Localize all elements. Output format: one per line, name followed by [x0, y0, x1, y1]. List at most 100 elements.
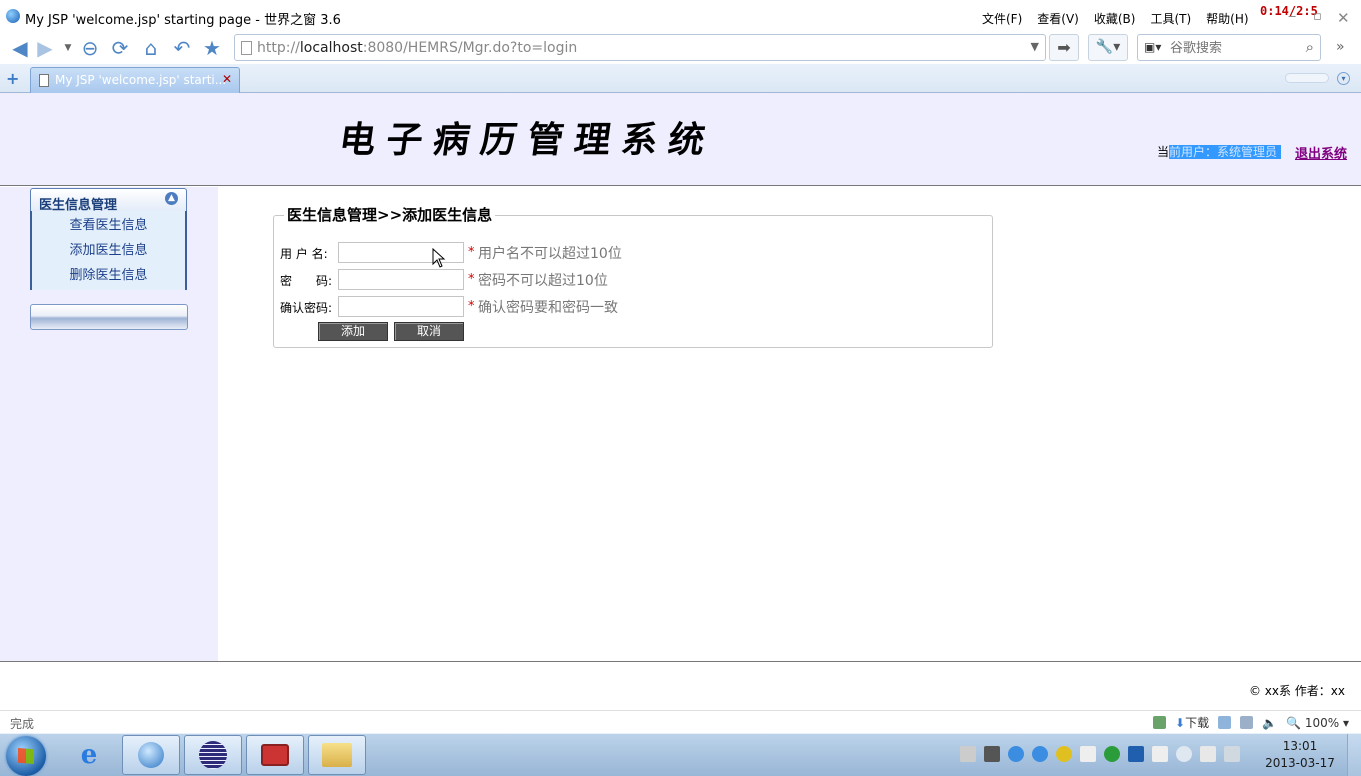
more-toolbar-icon[interactable]: »	[1336, 39, 1345, 55]
confirm-password-hint: 确认密码要和密码一致	[478, 300, 618, 316]
tab-menu-icon[interactable]: ▾	[1337, 72, 1350, 85]
tray-app-icon[interactable]	[1032, 746, 1048, 762]
forward-icon[interactable]: ▶	[33, 36, 57, 60]
copyright-text: © xx系 作者：xx	[1248, 684, 1345, 698]
status-text: 完成	[10, 717, 35, 731]
close-window-icon[interactable]: ✕	[1337, 9, 1350, 27]
keyboard-icon[interactable]	[960, 746, 976, 762]
sidebar-item-add-doctor[interactable]: 添加医生信息	[32, 238, 185, 263]
page-icon	[39, 74, 49, 87]
menu-help[interactable]: 帮助(H)	[1206, 10, 1248, 27]
undo-close-icon[interactable]: ↶	[170, 36, 194, 60]
download-button[interactable]: ⬇下载	[1175, 714, 1209, 731]
minimize-icon[interactable]: ‒	[1288, 9, 1296, 24]
taskbar-theworld-browser[interactable]	[122, 735, 180, 775]
clock[interactable]: 13:01 2013-03-17	[1262, 738, 1338, 772]
close-tab-icon[interactable]: ✕	[222, 72, 232, 86]
tab-label: My JSP 'welcome.jsp' starti...	[55, 73, 227, 87]
toolbox-icon	[261, 744, 289, 766]
zoom-control[interactable]: 🔍 100% ▾	[1286, 716, 1349, 730]
back-icon[interactable]: ◀	[8, 36, 32, 60]
page-info-icon[interactable]	[1153, 716, 1167, 729]
window-title: My JSP 'welcome.jsp' starting page - 世界之…	[25, 13, 341, 28]
address-dropdown-icon[interactable]: ▼	[1031, 40, 1039, 53]
search-engine-icon[interactable]: ▣▾	[1144, 40, 1161, 54]
download-icon: ⬇	[1175, 716, 1186, 730]
windows-taskbar: e 13:01 2013-03-17	[0, 733, 1361, 776]
menu-bar: 文件(F) 查看(V) 收藏(B) 工具(T) 帮助(H)	[982, 10, 1264, 27]
go-arrow-icon: ➡	[1057, 38, 1071, 57]
url-text[interactable]: http://localhost:8080/HEMRS/Mgr.do?to=lo…	[257, 40, 577, 56]
sidebar-item-delete-doctor[interactable]: 删除医生信息	[32, 263, 185, 288]
menu-file[interactable]: 文件(F)	[982, 10, 1022, 27]
system-title: 电子病历管理系统	[336, 119, 719, 161]
menu-header[interactable]: 医生信息管理 ▲	[30, 188, 187, 213]
taskbar-eclipse[interactable]	[184, 735, 242, 775]
menu-items: 查看医生信息 添加医生信息 删除医生信息	[30, 211, 187, 290]
ie-icon: e	[80, 740, 98, 770]
favorites-star-icon[interactable]: ★	[200, 36, 224, 60]
current-user: 当前用户：系统管理员	[1157, 143, 1282, 160]
logout-link[interactable]: 退出系统	[1295, 143, 1347, 162]
print-icon[interactable]	[1240, 716, 1254, 729]
history-dropdown-icon[interactable]: ▼	[56, 36, 80, 60]
start-button[interactable]	[6, 736, 46, 776]
shield-icon[interactable]	[1128, 746, 1144, 762]
collapse-icon[interactable]: ▲	[165, 192, 178, 205]
search-input[interactable]	[1170, 39, 1290, 57]
folder-icon	[322, 743, 352, 767]
confirm-password-label: 确认密码:	[280, 301, 333, 315]
password-input[interactable]	[338, 269, 464, 290]
menu-view[interactable]: 查看(V)	[1037, 10, 1079, 27]
new-tab-icon[interactable]: +	[6, 69, 19, 88]
menu-title: 医生信息管理	[39, 198, 118, 213]
taskbar-explorer[interactable]	[308, 735, 366, 775]
stop-icon[interactable]: ⊖	[78, 36, 102, 60]
browser-toolbar: ◀ ▶ ▼ ⊖ ⟳ ⌂ ↶ ★ http://localhost:8080/HE…	[0, 34, 1361, 64]
cancel-button[interactable]: 取消	[394, 322, 464, 341]
password-label: 密 码:	[280, 274, 333, 288]
network-icon[interactable]	[984, 746, 1000, 762]
menu-footer-decoration	[30, 304, 188, 330]
home-icon[interactable]: ⌂	[139, 36, 163, 60]
username-hint: 用户名不可以超过10位	[478, 246, 622, 262]
tools-button[interactable]: 🔧▾	[1088, 34, 1128, 61]
add-doctor-form: 医生信息管理>>添加医生信息 用 户 名: * 用户名不可以超过10位 密 码:…	[273, 204, 993, 348]
page-icon	[241, 41, 252, 55]
sidebar-item-view-doctors[interactable]: 查看医生信息	[32, 213, 185, 238]
tray-app-icon[interactable]	[1056, 746, 1072, 762]
taskbar-toolbox[interactable]	[246, 735, 304, 775]
tab-welcome[interactable]: My JSP 'welcome.jsp' starti... ✕	[30, 67, 240, 93]
address-bar[interactable]: http://localhost:8080/HEMRS/Mgr.do?to=lo…	[234, 34, 1046, 61]
form-legend: 医生信息管理>>添加医生信息	[284, 204, 496, 225]
sync-icon[interactable]	[1104, 746, 1120, 762]
status-tools: ⬇下载 🔈 🔍 100% ▾	[1153, 714, 1349, 731]
maximize-icon[interactable]: ▫	[1313, 9, 1322, 24]
volume-icon[interactable]	[1176, 746, 1192, 762]
globe-icon	[138, 742, 164, 768]
add-button[interactable]: 添加	[318, 322, 388, 341]
required-mark: *	[468, 299, 475, 314]
menu-favorites[interactable]: 收藏(B)	[1094, 10, 1136, 27]
volume-icon[interactable]: 🔈	[1262, 716, 1277, 730]
go-button[interactable]: ➡	[1049, 34, 1079, 61]
confirm-password-input[interactable]	[338, 296, 464, 317]
wrench-icon: 🔧▾	[1095, 39, 1121, 55]
browser-titlebar: My JSP 'welcome.jsp' starting page - 世界之…	[0, 0, 1361, 34]
page-header: 电子病历管理系统 当前用户：系统管理员 退出系统	[0, 93, 1361, 186]
zoom-icon: 🔍	[1286, 715, 1302, 730]
refresh-icon[interactable]: ⟳	[108, 36, 132, 60]
clock-date: 2013-03-17	[1265, 756, 1335, 770]
menu-tools[interactable]: 工具(T)	[1150, 10, 1191, 27]
tray-app-icon[interactable]	[1152, 746, 1168, 762]
tab-scroll-bar[interactable]	[1285, 73, 1329, 83]
tray-app-icon[interactable]	[1008, 746, 1024, 762]
action-center-flag-icon[interactable]	[1200, 746, 1216, 762]
display-icon[interactable]	[1224, 746, 1240, 762]
bookmark-icon[interactable]	[1218, 716, 1232, 729]
taskbar-ie[interactable]: e	[60, 735, 118, 775]
search-icon[interactable]: ⌕	[1306, 38, 1314, 56]
tray-app-icon[interactable]	[1080, 746, 1096, 762]
required-mark: *	[468, 245, 475, 260]
show-desktop-button[interactable]	[1347, 734, 1361, 776]
